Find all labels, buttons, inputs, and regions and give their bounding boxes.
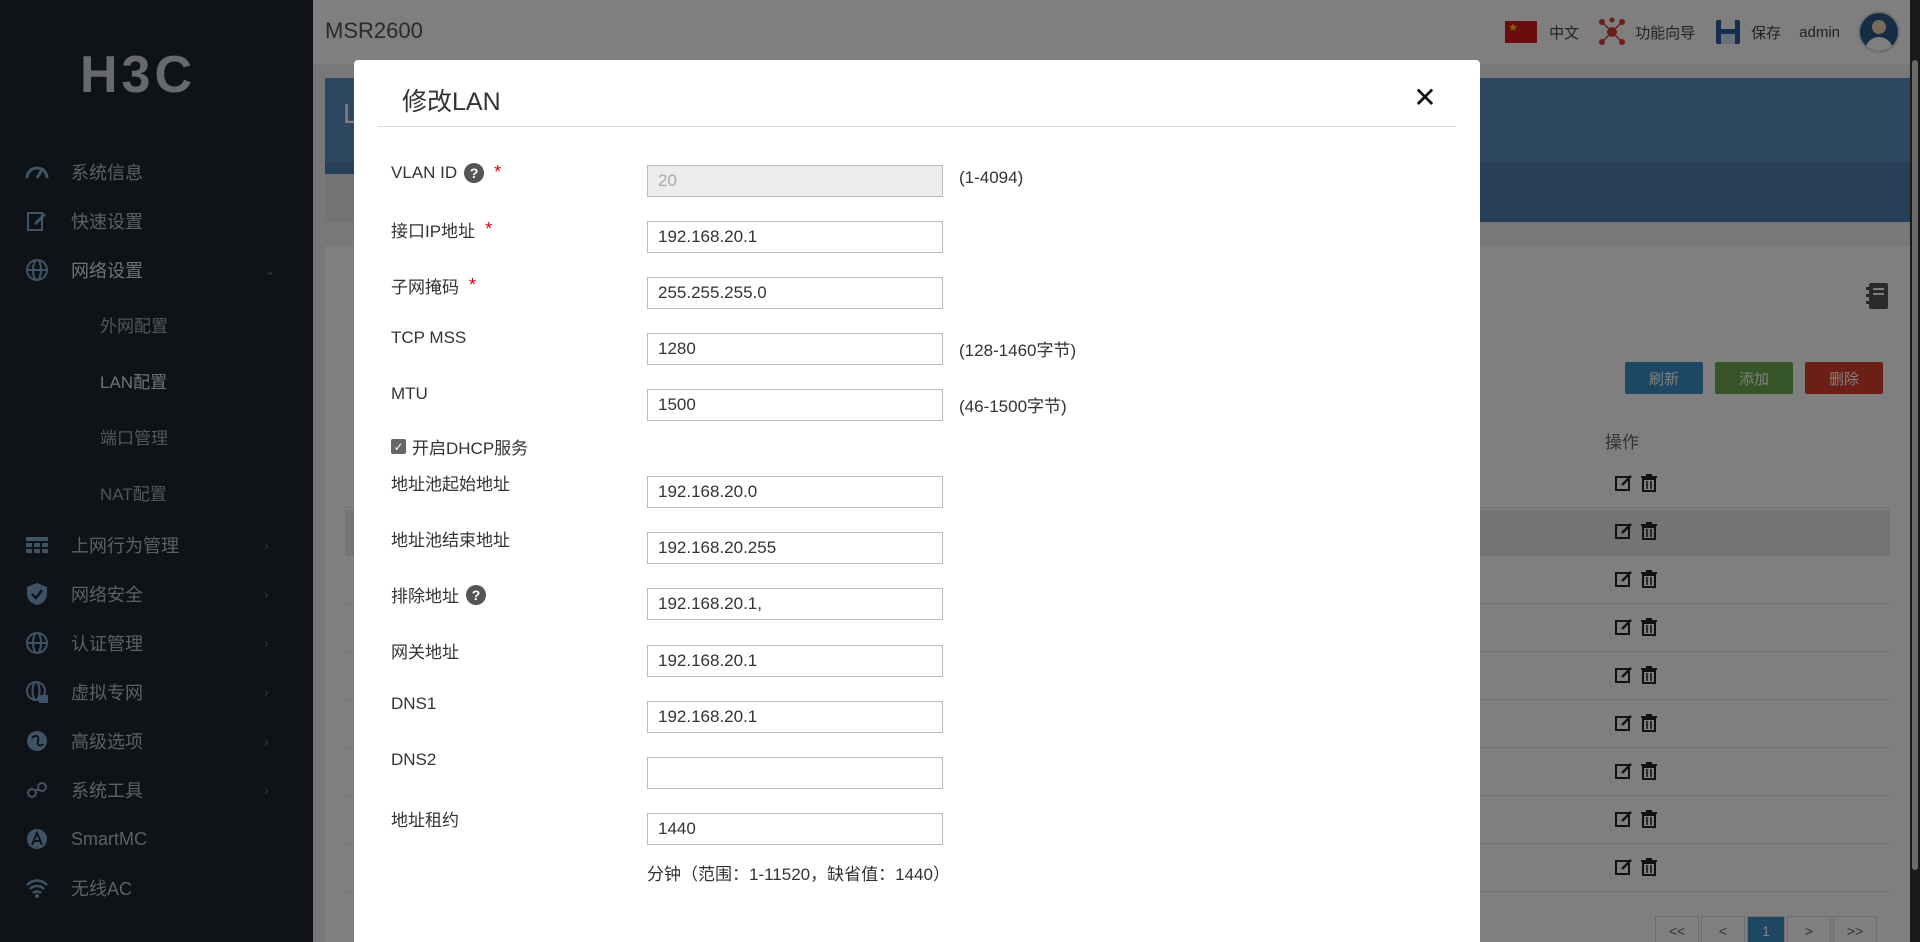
- ip-address-field[interactable]: [647, 221, 943, 253]
- exclude-address-field[interactable]: [647, 588, 943, 620]
- tcp-mss-label: TCP MSS: [391, 328, 467, 347]
- mtu-label: MTU: [391, 384, 428, 403]
- required-marker: *: [485, 219, 493, 239]
- field-label: 接口IP地址: [391, 222, 476, 241]
- pool-end-label: 地址池结束地址: [391, 531, 510, 550]
- dhcp-label: 开启DHCP服务: [412, 439, 529, 458]
- help-icon[interactable]: ?: [466, 584, 486, 605]
- lease-field[interactable]: [647, 813, 943, 845]
- vlan-id-label: VLAN ID ? *: [391, 162, 501, 183]
- field-label: VLAN ID: [391, 162, 458, 182]
- tcp-mss-hint: (128-1460字节): [959, 341, 1077, 360]
- gateway-field[interactable]: [647, 645, 943, 677]
- help-icon[interactable]: ?: [464, 162, 485, 183]
- pool-end-field[interactable]: [647, 532, 943, 564]
- subnet-mask-field[interactable]: [647, 277, 943, 309]
- dns1-label: DNS1: [391, 694, 437, 713]
- scrollbar-thumb[interactable]: [1912, 60, 1918, 870]
- dns2-label: DNS2: [391, 750, 437, 769]
- edit-lan-dialog: 修改LAN ✕ VLAN ID ? * (1-4094) 接口IP地址 * 子网…: [354, 60, 1480, 942]
- field-label: 排除地址: [391, 587, 459, 606]
- pool-start-field[interactable]: [647, 476, 943, 508]
- field-label: 子网掩码: [391, 278, 459, 297]
- required-marker: *: [469, 275, 477, 295]
- dhcp-checkbox[interactable]: ✓: [391, 439, 406, 454]
- mtu-hint: (46-1500字节): [959, 397, 1067, 416]
- close-icon[interactable]: ✕: [1410, 82, 1440, 113]
- pool-start-label: 地址池起始地址: [391, 475, 510, 494]
- exclude-label: 排除地址 ?: [391, 582, 486, 607]
- lease-label: 地址租约: [391, 811, 459, 830]
- ip-label: 接口IP地址 *: [391, 217, 492, 242]
- lease-note: 分钟（范围：1-11520，缺省值：1440）: [647, 865, 950, 884]
- required-marker: *: [494, 162, 502, 182]
- dns2-field[interactable]: [647, 757, 943, 789]
- divider: [378, 126, 1456, 127]
- dhcp-enable-row[interactable]: ✓ 开启DHCP服务: [391, 434, 528, 459]
- mtu-field[interactable]: [647, 389, 943, 421]
- tcp-mss-field[interactable]: [647, 333, 943, 365]
- vlan-id-field: [647, 165, 943, 197]
- scrollbar[interactable]: [1910, 0, 1920, 942]
- dns1-field[interactable]: [647, 701, 943, 733]
- vlan-id-hint: (1-4094): [959, 168, 1024, 187]
- dialog-title: 修改LAN: [402, 88, 501, 116]
- subnet-mask-label: 子网掩码 *: [391, 273, 476, 298]
- gateway-label: 网关地址: [391, 643, 459, 662]
